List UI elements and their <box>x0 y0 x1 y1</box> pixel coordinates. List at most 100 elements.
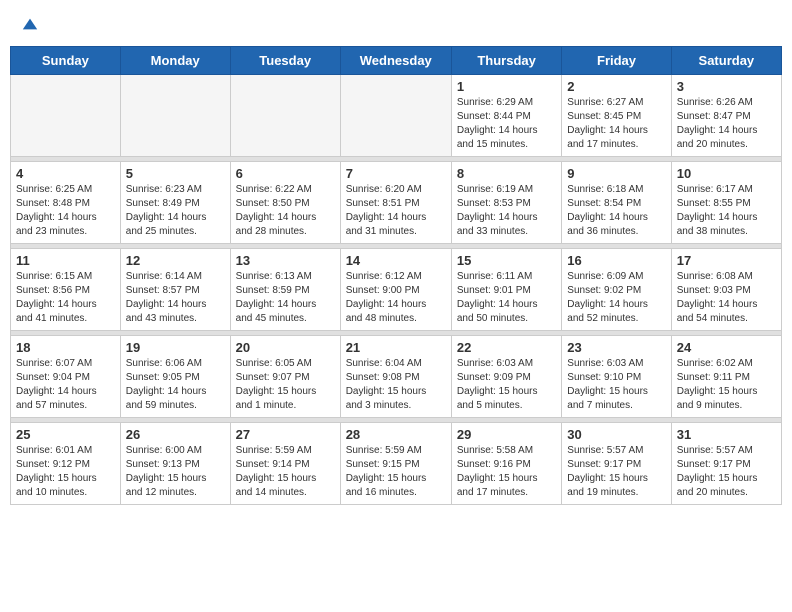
day-number: 24 <box>677 340 776 355</box>
calendar-day-cell <box>230 75 340 157</box>
calendar-day-cell: 26Sunrise: 6:00 AM Sunset: 9:13 PM Dayli… <box>120 423 230 505</box>
calendar-day-cell: 15 Sunrise: 6:11 AM Sunset: 9:01 PM Dayli… <box>451 249 561 331</box>
day-info: Sunrise: 6:19 AM Sunset: 8:53 PM Dayligh… <box>457 183 556 239</box>
calendar-day-cell: 12Sunrise: 6:14 AM Sunset: 8:57 PM Dayli… <box>120 249 230 331</box>
day-info: Sunrise: 6:22 AM Sunset: 8:50 PM Dayligh… <box>236 183 335 239</box>
calendar-day-cell: 5 Sunrise: 6:23 AM Sunset: 8:49 PM Daylig… <box>120 162 230 244</box>
day-info: Sunrise: 6:08 AM Sunset: 9:03 PM Dayligh… <box>677 270 776 326</box>
day-number: 3 <box>677 79 776 94</box>
day-number: 6 <box>236 166 335 181</box>
day-info: Sunrise: 6:05 AM Sunset: 9:07 PM Dayligh… <box>236 357 335 413</box>
calendar-day-cell: 24 Sunrise: 6:02 AM Sunset: 9:11 PM Dayli… <box>671 336 781 418</box>
day-number: 15 <box>457 253 556 268</box>
calendar-day-cell: 20 Sunrise: 6:05 AM Sunset: 9:07 PM Dayli… <box>230 336 340 418</box>
day-info: Sunrise: 5:59 AM Sunset: 9:15 PM Dayligh… <box>346 444 446 500</box>
day-info: Sunrise: 5:58 AM Sunset: 9:16 PM Dayligh… <box>457 444 556 500</box>
calendar-day-cell: 4 Sunrise: 6:25 AM Sunset: 8:48 PM Daylig… <box>11 162 121 244</box>
day-number: 25 <box>16 427 115 442</box>
day-info: Sunrise: 6:07 AM Sunset: 9:04 PM Dayligh… <box>16 357 115 413</box>
day-number: 27 <box>236 427 335 442</box>
calendar-day-cell: 11 Sunrise: 6:15 AM Sunset: 8:56 PM Dayli… <box>11 249 121 331</box>
calendar-day-cell: 2 Sunrise: 6:27 AM Sunset: 8:45 PM Daylig… <box>562 75 671 157</box>
weekday-header-monday: Monday <box>120 47 230 75</box>
day-number: 13 <box>236 253 335 268</box>
weekday-header-wednesday: Wednesday <box>340 47 451 75</box>
day-info: Sunrise: 6:06 AM Sunset: 9:05 PM Dayligh… <box>126 357 225 413</box>
day-number: 23 <box>567 340 665 355</box>
calendar-day-cell: 9Sunrise: 6:18 AM Sunset: 8:54 PM Daylig… <box>562 162 671 244</box>
day-info: Sunrise: 6:11 AM Sunset: 9:01 PM Dayligh… <box>457 270 556 326</box>
day-info: Sunrise: 6:18 AM Sunset: 8:54 PM Dayligh… <box>567 183 665 239</box>
day-info: Sunrise: 6:23 AM Sunset: 8:49 PM Dayligh… <box>126 183 225 239</box>
calendar-day-cell: 3 Sunrise: 6:26 AM Sunset: 8:47 PM Daylig… <box>671 75 781 157</box>
logo-icon <box>21 15 39 33</box>
day-number: 11 <box>16 253 115 268</box>
day-number: 5 <box>126 166 225 181</box>
calendar-day-cell <box>120 75 230 157</box>
weekday-header-saturday: Saturday <box>671 47 781 75</box>
day-info: Sunrise: 6:09 AM Sunset: 9:02 PM Dayligh… <box>567 270 665 326</box>
day-info: Sunrise: 6:15 AM Sunset: 8:56 PM Dayligh… <box>16 270 115 326</box>
calendar-day-cell <box>11 75 121 157</box>
calendar-day-cell: 1 Sunrise: 6:29 AM Sunset: 8:44 PM Daylig… <box>451 75 561 157</box>
calendar-day-cell: 10 Sunrise: 6:17 AM Sunset: 8:55 PM Dayli… <box>671 162 781 244</box>
calendar-day-cell: 28 Sunrise: 5:59 AM Sunset: 9:15 PM Dayli… <box>340 423 451 505</box>
day-info: Sunrise: 6:13 AM Sunset: 8:59 PM Dayligh… <box>236 270 335 326</box>
day-info: Sunrise: 6:04 AM Sunset: 9:08 PM Dayligh… <box>346 357 446 413</box>
day-info: Sunrise: 6:03 AM Sunset: 9:10 PM Dayligh… <box>567 357 665 413</box>
day-info: Sunrise: 5:59 AM Sunset: 9:14 PM Dayligh… <box>236 444 335 500</box>
day-info: Sunrise: 6:01 AM Sunset: 9:12 PM Dayligh… <box>16 444 115 500</box>
day-number: 19 <box>126 340 225 355</box>
page-header <box>10 10 782 38</box>
calendar-day-cell: 27 Sunrise: 5:59 AM Sunset: 9:14 PM Dayli… <box>230 423 340 505</box>
calendar-day-cell: 8 Sunrise: 6:19 AM Sunset: 8:53 PM Daylig… <box>451 162 561 244</box>
calendar-week-row: 11 Sunrise: 6:15 AM Sunset: 8:56 PM Dayli… <box>11 249 782 331</box>
day-number: 20 <box>236 340 335 355</box>
day-number: 29 <box>457 427 556 442</box>
day-number: 28 <box>346 427 446 442</box>
day-number: 17 <box>677 253 776 268</box>
day-number: 31 <box>677 427 776 442</box>
day-number: 2 <box>567 79 665 94</box>
day-number: 8 <box>457 166 556 181</box>
day-number: 26 <box>126 427 225 442</box>
day-number: 22 <box>457 340 556 355</box>
day-number: 14 <box>346 253 446 268</box>
calendar-day-cell: 13 Sunrise: 6:13 AM Sunset: 8:59 PM Dayli… <box>230 249 340 331</box>
day-number: 10 <box>677 166 776 181</box>
day-info: Sunrise: 6:02 AM Sunset: 9:11 PM Dayligh… <box>677 357 776 413</box>
day-info: Sunrise: 6:17 AM Sunset: 8:55 PM Dayligh… <box>677 183 776 239</box>
calendar-day-cell: 30 Sunrise: 5:57 AM Sunset: 9:17 PM Dayli… <box>562 423 671 505</box>
calendar-week-row: 18 Sunrise: 6:07 AM Sunset: 9:04 PM Dayli… <box>11 336 782 418</box>
day-number: 18 <box>16 340 115 355</box>
weekday-header-friday: Friday <box>562 47 671 75</box>
day-info: Sunrise: 6:27 AM Sunset: 8:45 PM Dayligh… <box>567 96 665 152</box>
calendar-day-cell: 31 Sunrise: 5:57 AM Sunset: 9:17 PM Dayli… <box>671 423 781 505</box>
weekday-header-sunday: Sunday <box>11 47 121 75</box>
day-info: Sunrise: 6:20 AM Sunset: 8:51 PM Dayligh… <box>346 183 446 239</box>
calendar-week-row: 4 Sunrise: 6:25 AM Sunset: 8:48 PM Daylig… <box>11 162 782 244</box>
calendar-day-cell: 16 Sunrise: 6:09 AM Sunset: 9:02 PM Dayli… <box>562 249 671 331</box>
calendar-week-row: 25 Sunrise: 6:01 AM Sunset: 9:12 PM Dayli… <box>11 423 782 505</box>
calendar-day-cell: 17 Sunrise: 6:08 AM Sunset: 9:03 PM Dayli… <box>671 249 781 331</box>
day-info: Sunrise: 6:12 AM Sunset: 9:00 PM Dayligh… <box>346 270 446 326</box>
weekday-header-thursday: Thursday <box>451 47 561 75</box>
calendar-day-cell: 21Sunrise: 6:04 AM Sunset: 9:08 PM Dayli… <box>340 336 451 418</box>
calendar-day-cell: 22Sunrise: 6:03 AM Sunset: 9:09 PM Dayli… <box>451 336 561 418</box>
day-number: 16 <box>567 253 665 268</box>
day-number: 30 <box>567 427 665 442</box>
calendar-day-cell: 14 Sunrise: 6:12 AM Sunset: 9:00 PM Dayli… <box>340 249 451 331</box>
day-info: Sunrise: 6:29 AM Sunset: 8:44 PM Dayligh… <box>457 96 556 152</box>
calendar-day-cell <box>340 75 451 157</box>
day-number: 1 <box>457 79 556 94</box>
day-info: Sunrise: 5:57 AM Sunset: 9:17 PM Dayligh… <box>677 444 776 500</box>
day-number: 12 <box>126 253 225 268</box>
calendar-week-row: 1 Sunrise: 6:29 AM Sunset: 8:44 PM Daylig… <box>11 75 782 157</box>
day-info: Sunrise: 6:25 AM Sunset: 8:48 PM Dayligh… <box>16 183 115 239</box>
day-info: Sunrise: 5:57 AM Sunset: 9:17 PM Dayligh… <box>567 444 665 500</box>
day-number: 4 <box>16 166 115 181</box>
calendar-day-cell: 6 Sunrise: 6:22 AM Sunset: 8:50 PM Daylig… <box>230 162 340 244</box>
calendar-day-cell: 7Sunrise: 6:20 AM Sunset: 8:51 PM Daylig… <box>340 162 451 244</box>
day-info: Sunrise: 6:26 AM Sunset: 8:47 PM Dayligh… <box>677 96 776 152</box>
calendar-day-cell: 19 Sunrise: 6:06 AM Sunset: 9:05 PM Dayli… <box>120 336 230 418</box>
